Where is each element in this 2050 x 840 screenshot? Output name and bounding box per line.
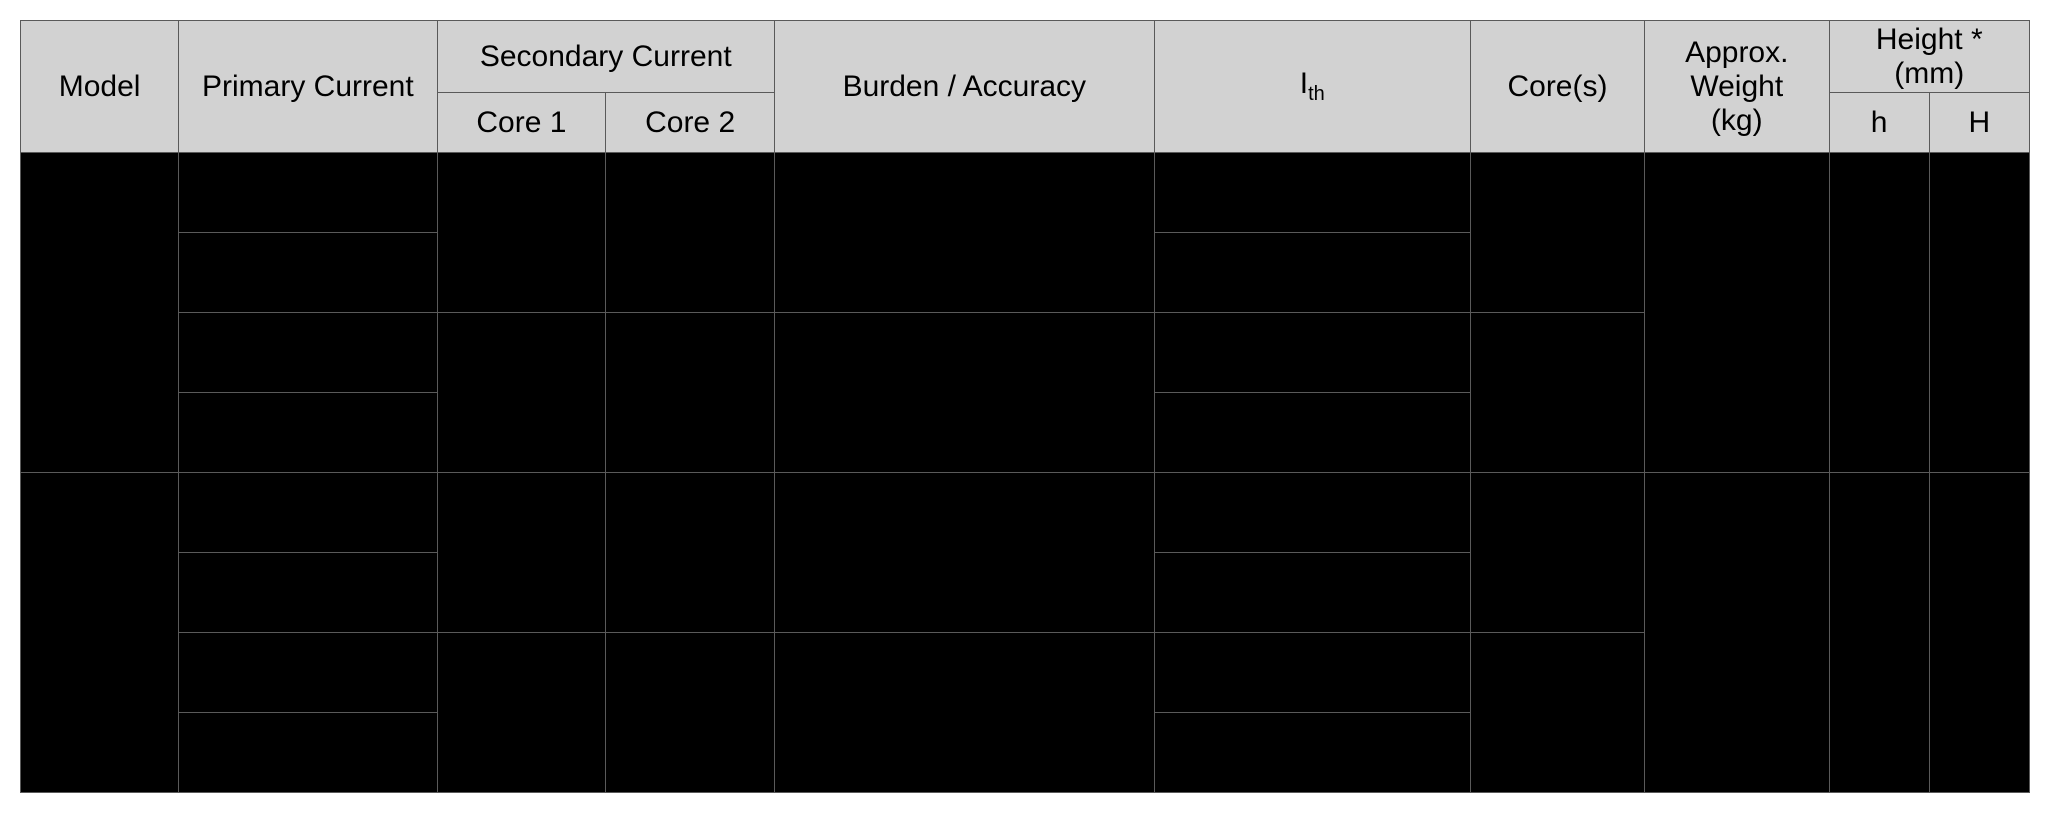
redacted-cell	[21, 473, 179, 793]
redacted-cell	[179, 473, 437, 553]
ith-sub: th	[1308, 83, 1325, 105]
col-model: Model	[21, 21, 179, 153]
redacted-cell	[437, 153, 606, 313]
redacted-cell	[1644, 473, 1829, 793]
redacted-cell	[1470, 153, 1644, 313]
redacted-cell	[1829, 473, 1929, 793]
redacted-cell	[437, 313, 606, 473]
redacted-cell	[1470, 473, 1644, 633]
redacted-cell	[606, 473, 775, 633]
redacted-cell	[1929, 153, 2029, 473]
col-h-small: h	[1829, 93, 1929, 153]
col-h-big: H	[1929, 93, 2029, 153]
redacted-cell	[1644, 153, 1829, 473]
redacted-cell	[606, 313, 775, 473]
col-ith: Ith	[1154, 21, 1470, 153]
redacted-cell	[1154, 153, 1470, 233]
col-core2: Core 2	[606, 93, 775, 153]
redacted-cell	[437, 473, 606, 633]
col-secondary-current: Secondary Current	[437, 21, 774, 93]
col-height: Height *(mm)	[1829, 21, 2029, 93]
table-row	[21, 473, 2030, 553]
col-weight: Approx.Weight(kg)	[1644, 21, 1829, 153]
redacted-cell	[1154, 713, 1470, 793]
ith-prefix: I	[1300, 67, 1308, 100]
redacted-cell	[1154, 313, 1470, 393]
redacted-cell	[1154, 393, 1470, 473]
spec-table: Model Primary Current Secondary Current …	[20, 20, 2030, 793]
col-burden-accuracy: Burden / Accuracy	[774, 21, 1154, 153]
col-cores: Core(s)	[1470, 21, 1644, 153]
redacted-cell	[179, 153, 437, 233]
redacted-cell	[606, 153, 775, 313]
redacted-cell	[774, 153, 1154, 313]
col-primary-current: Primary Current	[179, 21, 437, 153]
redacted-cell	[179, 713, 437, 793]
redacted-cell	[179, 633, 437, 713]
redacted-cell	[606, 633, 775, 793]
redacted-cell	[1154, 473, 1470, 553]
redacted-cell	[179, 233, 437, 313]
redacted-cell	[1154, 553, 1470, 633]
redacted-cell	[179, 313, 437, 393]
redacted-cell	[774, 633, 1154, 793]
redacted-cell	[437, 633, 606, 793]
redacted-cell	[1154, 233, 1470, 313]
table-row	[21, 153, 2030, 233]
redacted-cell	[1929, 473, 2029, 793]
redacted-cell	[1829, 153, 1929, 473]
col-core1: Core 1	[437, 93, 606, 153]
redacted-cell	[1470, 313, 1644, 473]
redacted-cell	[179, 553, 437, 633]
redacted-cell	[1154, 633, 1470, 713]
redacted-cell	[774, 313, 1154, 473]
redacted-cell	[1470, 633, 1644, 793]
redacted-cell	[179, 393, 437, 473]
redacted-cell	[21, 153, 179, 473]
redacted-cell	[774, 473, 1154, 633]
